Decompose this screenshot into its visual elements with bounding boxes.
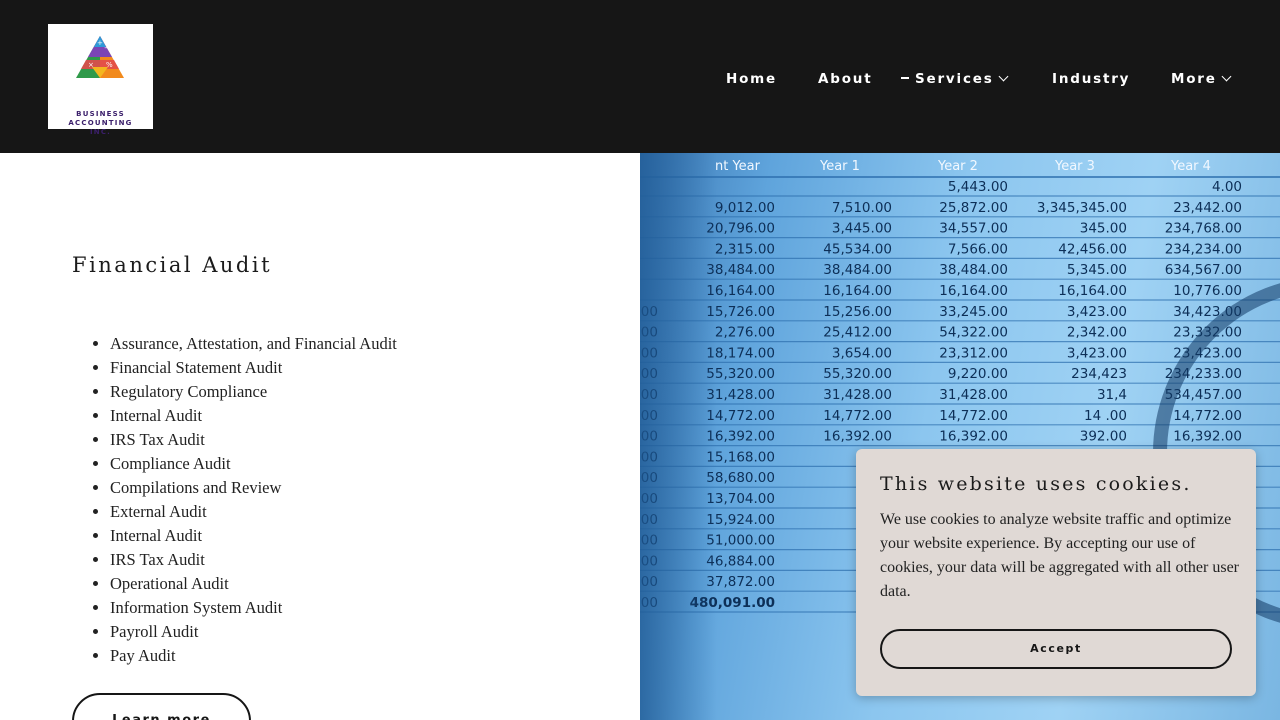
site-header: + − × % BUSINESS ACCOUNTING INC. Home Ab… [0, 0, 1280, 153]
cookie-message: We use cookies to analyze website traffi… [880, 511, 1239, 600]
list-item: Information System Audit [110, 596, 397, 620]
nav-services[interactable]: Services [901, 68, 1009, 90]
cookie-title: This website uses cookies. [880, 473, 1192, 495]
list-item: IRS Tax Audit [110, 548, 397, 572]
logo-wordmark: BUSINESS ACCOUNTING INC. [68, 110, 133, 136]
page-title: Financial Audit [72, 253, 273, 277]
list-item: External Audit [110, 500, 397, 524]
list-item: Operational Audit [110, 572, 397, 596]
list-item: Financial Statement Audit [110, 356, 397, 380]
nav-more[interactable]: More [1171, 68, 1232, 90]
list-item: Internal Audit [110, 524, 397, 548]
learn-more-button[interactable]: Learn more [72, 693, 251, 720]
list-item: Compilations and Review [110, 476, 397, 500]
list-item: IRS Tax Audit [110, 428, 397, 452]
nav-industry[interactable]: Industry [1052, 68, 1130, 90]
chevron-down-icon [1221, 71, 1232, 82]
svg-text:−: − [104, 44, 110, 52]
nav-more-label: More [1171, 71, 1217, 87]
accept-cookies-button[interactable]: Accept [880, 629, 1232, 669]
list-item: Assurance, Attestation, and Financial Au… [110, 332, 397, 356]
nav-services-label: Services [915, 71, 994, 87]
svg-text:+: + [97, 39, 103, 47]
main-navigation: Home About Services Industry More [0, 68, 1280, 90]
list-item: Internal Audit [110, 404, 397, 428]
chevron-down-icon [998, 71, 1009, 82]
active-indicator [901, 77, 909, 79]
cookie-banner: This website uses cookies. We use cookie… [856, 449, 1256, 696]
financial-audit-section: Financial Audit Assurance, Attestation, … [0, 153, 640, 720]
services-list: Assurance, Attestation, and Financial Au… [110, 332, 397, 668]
list-item: Pay Audit [110, 644, 397, 668]
list-item: Compliance Audit [110, 452, 397, 476]
list-item: Payroll Audit [110, 620, 397, 644]
list-item: Regulatory Compliance [110, 380, 397, 404]
nav-home[interactable]: Home [726, 68, 777, 90]
nav-about[interactable]: About [818, 68, 872, 90]
